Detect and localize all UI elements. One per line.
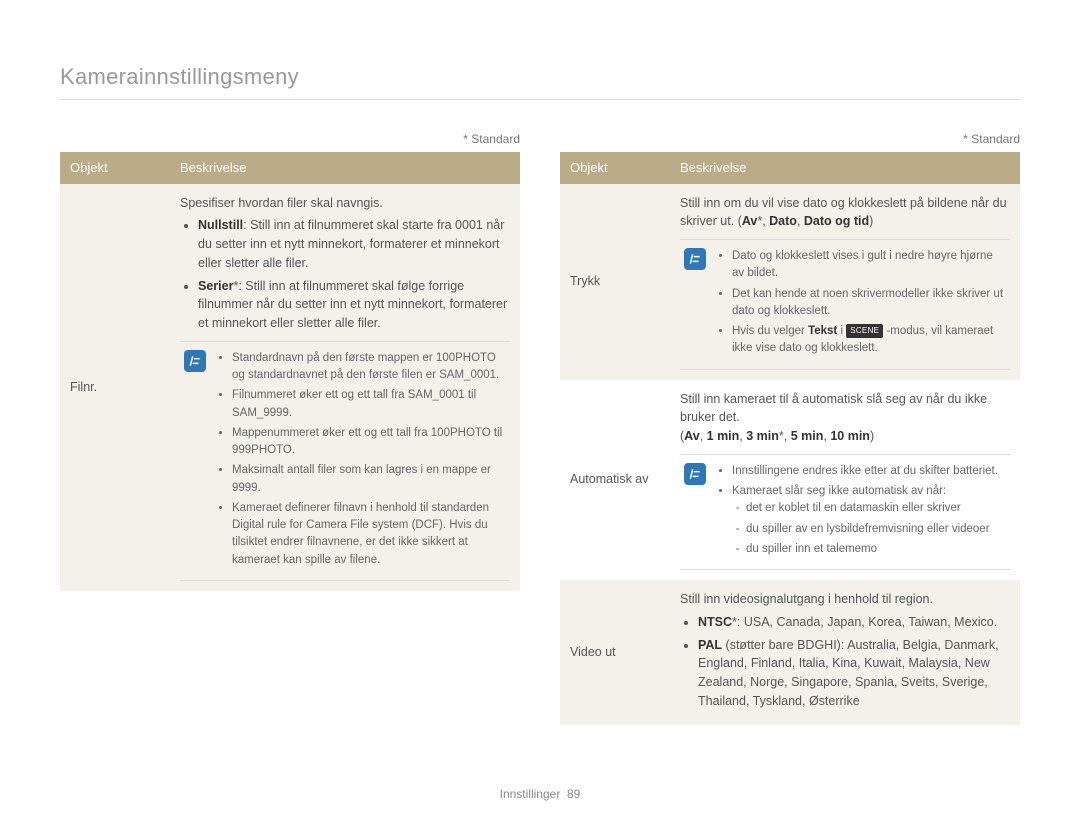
- trykk-label: Trykk: [560, 184, 670, 380]
- list-item: Dato og klokkeslett vises i gult i nedre…: [732, 248, 1006, 283]
- auto-notes-list: Innstillingene endres ikke etter at du s…: [732, 463, 998, 561]
- text: *: Still inn at filnummeret skal følge f…: [198, 279, 507, 331]
- footer-page-number: 89: [567, 787, 580, 801]
- text: i: [837, 325, 846, 337]
- col-header-objekt: Objekt: [560, 152, 670, 184]
- page-footer: Innstillinger 89: [0, 785, 1080, 803]
- note-icon: [184, 350, 206, 372]
- automatisk-av-desc: Still inn kameraet til å automatisk slå …: [670, 380, 1020, 581]
- row-video-ut: Video ut Still inn videosignalutgang i h…: [560, 580, 1020, 725]
- bold-nullstill: Nullstill: [198, 218, 243, 232]
- video-intro: Still inn videosignalutgang i henhold ti…: [680, 590, 1010, 609]
- list-item: Mappenummeret øker ett og ett tall fra 1…: [232, 425, 506, 460]
- paren-close: ): [870, 429, 874, 443]
- settings-table-right: Objekt Beskrivelse Trykk Still inn om du…: [560, 152, 1020, 725]
- sep: ,: [784, 429, 791, 443]
- list-item: Standardnavn på den første mappen er 100…: [232, 350, 506, 385]
- col-header-beskrivelse: Beskrivelse: [170, 152, 520, 184]
- opt-10min: 10 min: [830, 429, 870, 443]
- auto-options: (Av, 1 min, 3 min*, 5 min, 10 min): [680, 427, 1010, 446]
- sub-list: det er koblet til en datamaskin eller sk…: [746, 500, 998, 558]
- bold-pal: PAL: [698, 638, 722, 652]
- opt-3min: 3 min: [746, 429, 779, 443]
- trykk-intro: Still inn om du vil vise dato og klokkes…: [680, 194, 1010, 232]
- text: *: USA, Canada, Japan, Korea, Taiwan, Me…: [732, 615, 997, 629]
- video-opt-pal: PAL (støtter bare BDGHI): Australia, Bel…: [698, 636, 1010, 711]
- scene-icon: SCENE: [846, 324, 883, 338]
- text: Hvis du velger: [732, 325, 808, 337]
- trykk-notes-list: Dato og klokkeslett vises i gult i nedre…: [732, 248, 1006, 361]
- standard-note-left: * Standard: [60, 130, 520, 148]
- list-item: Maksimalt antall filer som kan lagres i …: [232, 462, 506, 497]
- opt-dato-tid: Dato og tid: [804, 214, 869, 228]
- bold-serier: Serier: [198, 279, 233, 293]
- auto-note-box: Innstillingene endres ikke etter at du s…: [680, 454, 1010, 570]
- left-column: * Standard Objekt Beskrivelse Filnr. Spe…: [60, 130, 520, 725]
- filnr-opt-nullstill: Nullstill: Still inn at filnummeret skal…: [198, 216, 510, 272]
- footer-section: Innstillinger: [500, 787, 561, 801]
- opt-dato: Dato: [769, 214, 797, 228]
- row-automatisk-av: Automatisk av Still inn kameraet til å a…: [560, 380, 1020, 581]
- filnr-desc: Spesifiser hvordan filer skal navngis. N…: [170, 184, 520, 591]
- row-filnr: Filnr. Spesifiser hvordan filer skal nav…: [60, 184, 520, 591]
- opt-5min: 5 min: [791, 429, 824, 443]
- video-opt-ntsc: NTSC*: USA, Canada, Japan, Korea, Taiwan…: [698, 613, 1010, 632]
- list-item: Filnummeret øker ett og ett tall fra SAM…: [232, 387, 506, 422]
- list-item: du spiller av en lysbildefremvisning ell…: [746, 521, 998, 538]
- text: Kameraet slår seg ikke automatisk av når…: [732, 485, 946, 497]
- table-header-row: Objekt Beskrivelse: [60, 152, 520, 184]
- text: (støtter bare BDGHI): Australia, Belgia,…: [698, 638, 999, 708]
- sep: ,: [700, 429, 707, 443]
- list-item: det er koblet til en datamaskin eller sk…: [746, 500, 998, 517]
- list-item: Innstillingene endres ikke etter at du s…: [732, 463, 998, 480]
- sep: ,: [797, 214, 804, 228]
- opt-1min: 1 min: [707, 429, 740, 443]
- filnr-intro: Spesifiser hvordan filer skal navngis.: [180, 194, 510, 213]
- note-icon: [684, 248, 706, 270]
- video-options: NTSC*: USA, Canada, Japan, Korea, Taiwan…: [698, 613, 1010, 711]
- page-title: Kamerainnstillingsmeny: [60, 60, 1020, 100]
- opt-av: Av: [742, 214, 758, 228]
- filnr-note-box: Standardnavn på den første mappen er 100…: [180, 341, 510, 581]
- opt-av: Av: [684, 429, 700, 443]
- close: ): [869, 214, 873, 228]
- filnr-opt-serier: Serier*: Still inn at filnummeret skal f…: [198, 277, 510, 333]
- list-item: Hvis du velger Tekst i SCENE -modus, vil…: [732, 323, 1006, 358]
- automatisk-av-label: Automatisk av: [560, 380, 670, 581]
- content-columns: * Standard Objekt Beskrivelse Filnr. Spe…: [60, 130, 1020, 725]
- bold-tekst: Tekst: [808, 325, 837, 337]
- list-item: Kameraet slår seg ikke automatisk av når…: [732, 483, 998, 558]
- right-column: * Standard Objekt Beskrivelse Trykk Stil…: [560, 130, 1020, 725]
- standard-note-right: * Standard: [560, 130, 1020, 148]
- auto-intro: Still inn kameraet til å automatisk slå …: [680, 390, 1010, 428]
- trykk-desc: Still inn om du vil vise dato og klokkes…: [670, 184, 1020, 380]
- settings-table-left: Objekt Beskrivelse Filnr. Spesifiser hvo…: [60, 152, 520, 591]
- col-header-objekt: Objekt: [60, 152, 170, 184]
- video-ut-desc: Still inn videosignalutgang i henhold ti…: [670, 580, 1020, 725]
- video-ut-label: Video ut: [560, 580, 670, 725]
- list-item: du spiller inn et talememo: [746, 541, 998, 558]
- note-icon: [684, 463, 706, 485]
- trykk-note-box: Dato og klokkeslett vises i gult i nedre…: [680, 239, 1010, 370]
- col-header-beskrivelse: Beskrivelse: [670, 152, 1020, 184]
- filnr-label: Filnr.: [60, 184, 170, 591]
- row-trykk: Trykk Still inn om du vil vise dato og k…: [560, 184, 1020, 380]
- list-item: Kameraet definerer filnavn i henhold til…: [232, 500, 506, 569]
- list-item: Det kan hende at noen skrivermodeller ik…: [732, 286, 1006, 321]
- filnr-options: Nullstill: Still inn at filnummeret skal…: [198, 216, 510, 333]
- table-header-row: Objekt Beskrivelse: [560, 152, 1020, 184]
- text: : Still inn at filnummeret skal starte f…: [198, 218, 504, 270]
- bold-ntsc: NTSC: [698, 615, 732, 629]
- filnr-notes-list: Standardnavn på den første mappen er 100…: [232, 350, 506, 572]
